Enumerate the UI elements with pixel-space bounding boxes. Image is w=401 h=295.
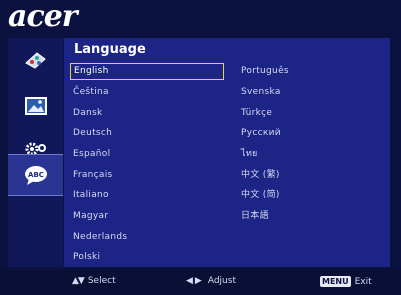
language-option-german[interactable]: Deutsch (70, 125, 224, 142)
adjust-hint: ◀▶ Adjust (186, 276, 236, 286)
exit-hint: MENU Exit (320, 276, 372, 287)
osd-menu: acer ABC Language English Čeština Dansk … (0, 0, 401, 295)
language-option-chinese-simplified[interactable]: 中文 (简) (238, 187, 378, 204)
language-option-russian[interactable]: Русский (238, 125, 378, 142)
language-option-swedish[interactable]: Svenska (238, 84, 378, 101)
menu-key-icon: MENU (320, 276, 351, 287)
language-option-czech[interactable]: Čeština (70, 84, 224, 101)
svg-text:ABC: ABC (28, 171, 44, 179)
language-option-dutch[interactable]: Nederlands (70, 229, 224, 246)
language-option-chinese-traditional[interactable]: 中文 (繁) (238, 167, 378, 184)
color-wheel-icon[interactable] (8, 40, 63, 80)
language-option-italian[interactable]: Italiano (70, 187, 224, 204)
select-hint: ▲▼ Select (72, 276, 116, 286)
image-icon[interactable] (8, 86, 63, 126)
language-option-hungarian[interactable]: Magyar (70, 208, 224, 225)
language-option-thai[interactable]: ไทย (238, 146, 378, 163)
language-option-spanish[interactable]: Español (70, 146, 224, 163)
adjust-label: Adjust (207, 276, 236, 286)
select-label: Select (87, 276, 116, 286)
language-panel: Language English Čeština Dansk Deutsch E… (64, 38, 390, 267)
language-option-english[interactable]: English (70, 63, 224, 80)
language-option-polish[interactable]: Polski (70, 249, 224, 266)
acer-logo: acer (8, 0, 78, 34)
language-option-japanese[interactable]: 日本語 (238, 208, 378, 225)
language-option-portuguese[interactable]: Português (238, 63, 378, 80)
left-right-arrows-icon: ◀▶ (186, 276, 204, 286)
panel-title: Language (74, 42, 146, 57)
sidebar: ABC (8, 38, 63, 267)
language-option-french[interactable]: Français (70, 167, 224, 184)
language-option-turkish[interactable]: Türkçe (238, 105, 378, 122)
exit-label: Exit (354, 276, 372, 287)
language-bubble-icon[interactable]: ABC (8, 154, 63, 196)
language-option-danish[interactable]: Dansk (70, 105, 224, 122)
up-down-arrows-icon: ▲▼ (72, 276, 85, 286)
